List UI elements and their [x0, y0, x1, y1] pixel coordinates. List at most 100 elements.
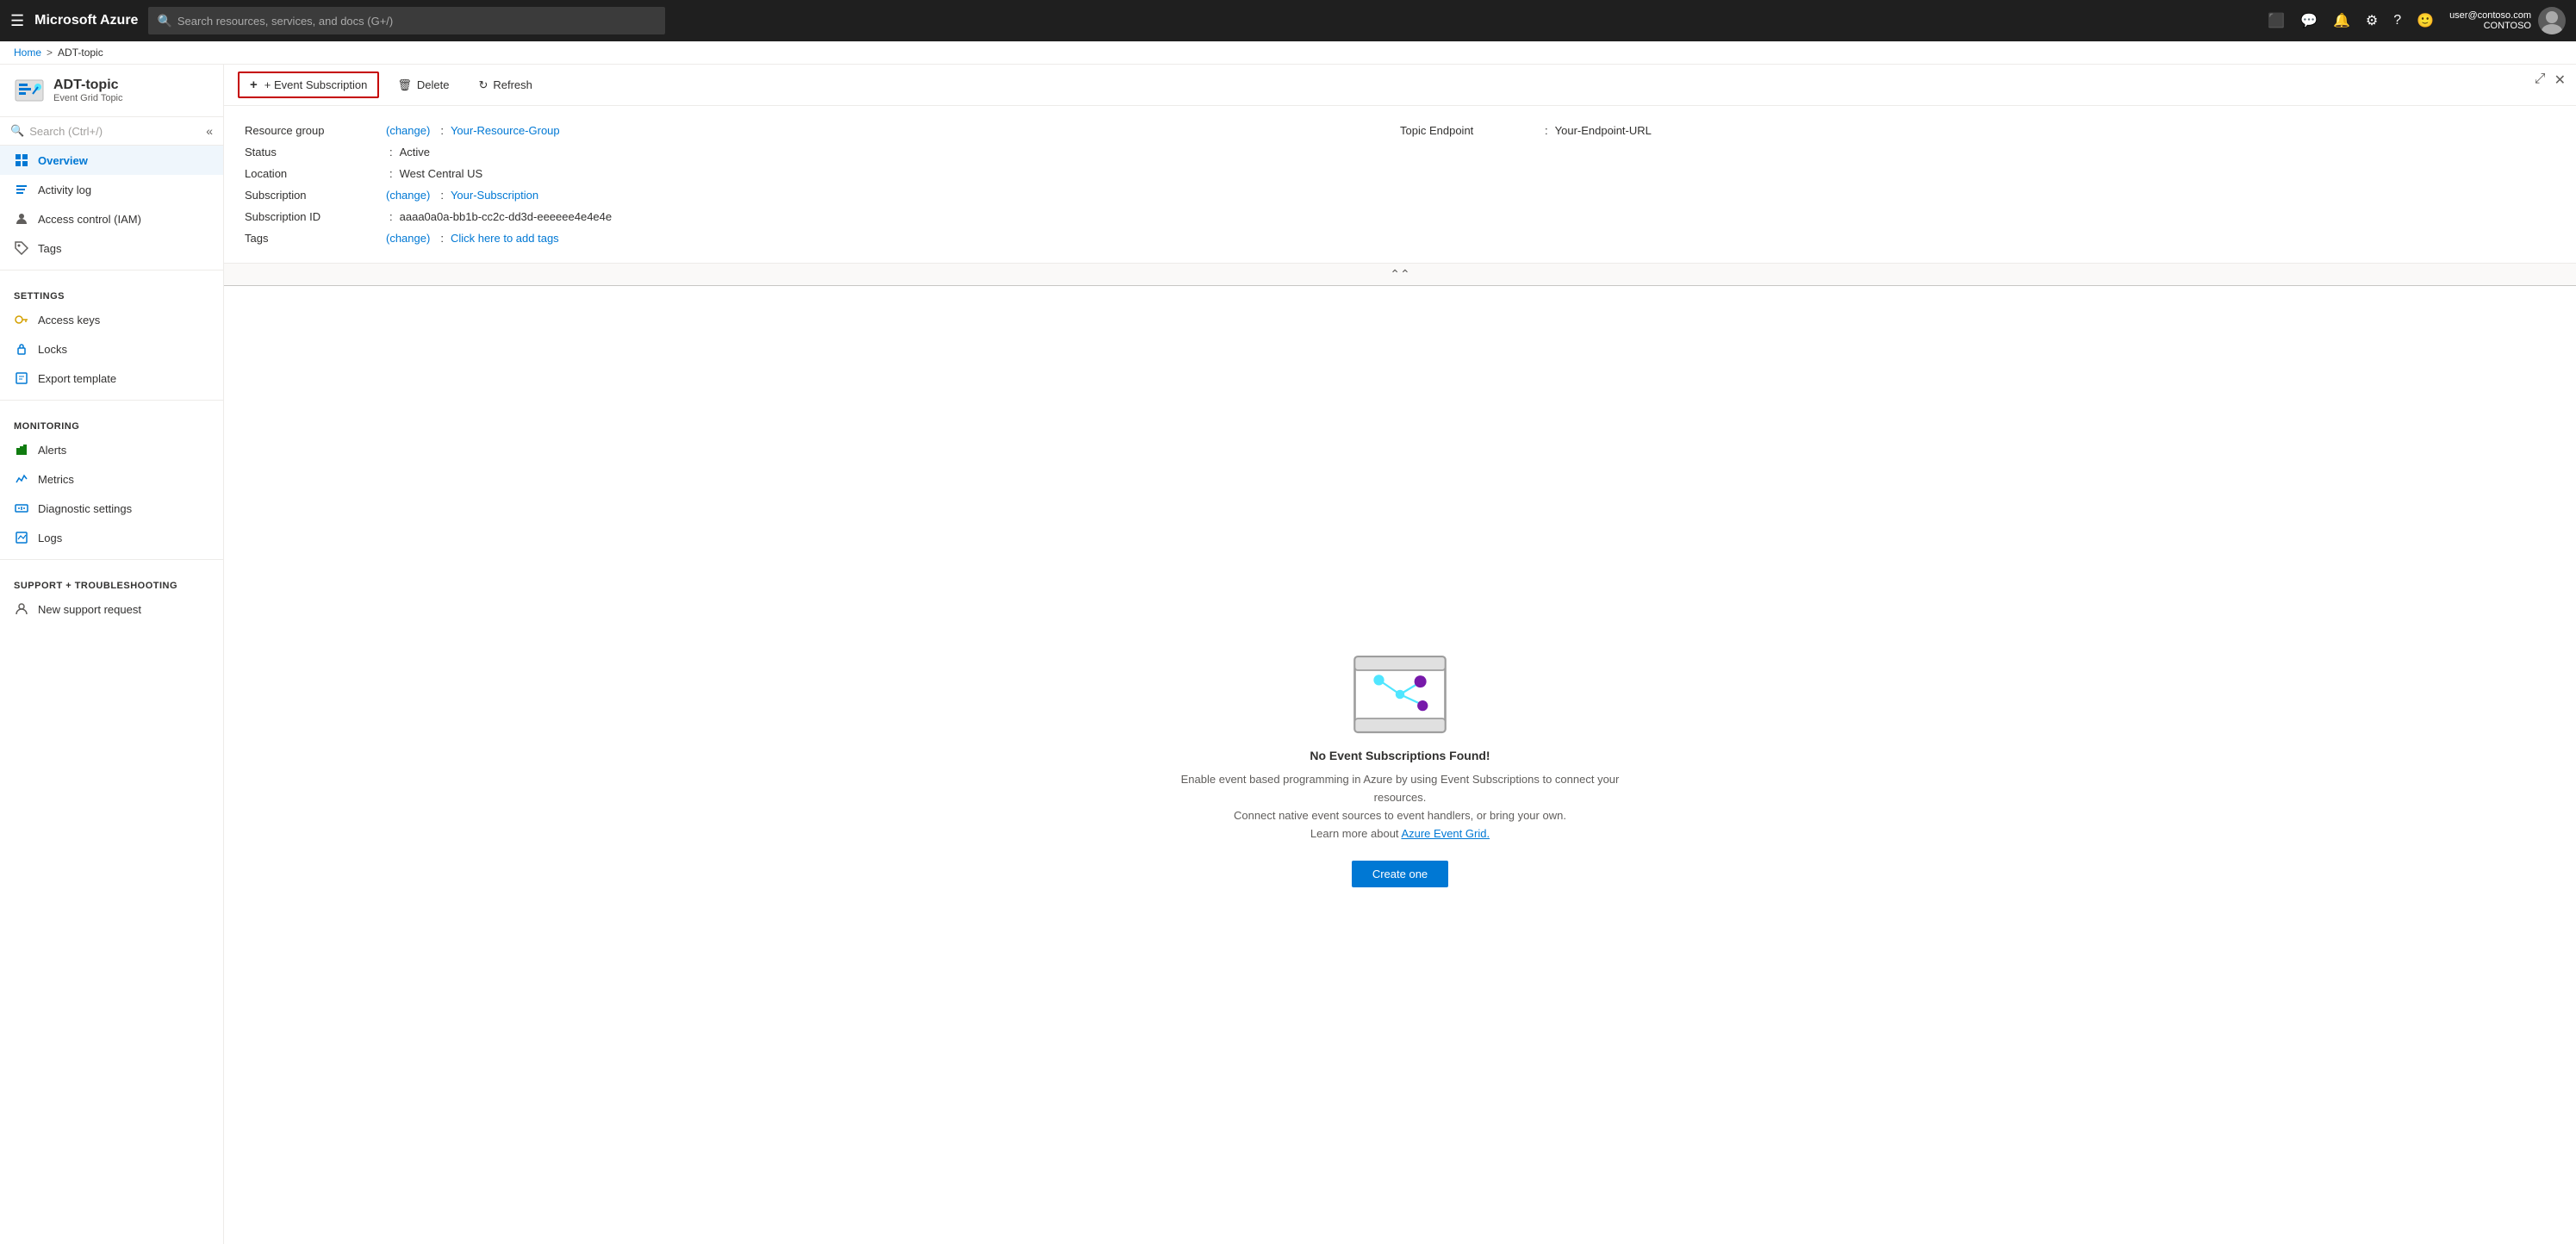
settings-divider	[0, 270, 223, 271]
nav-label-new-support-request: New support request	[38, 603, 141, 616]
nav-new-support-request[interactable]: New support request	[0, 594, 223, 624]
menu-icon[interactable]: ☰	[10, 12, 24, 30]
empty-state-desc-line1: Enable event based programming in Azure …	[1181, 773, 1620, 804]
topbar: ☰ Microsoft Azure 🔍 ⬛ 💬 🔔 ⚙ ? 🙂 user@con…	[0, 0, 2576, 41]
nav-overview[interactable]: Overview	[0, 146, 223, 175]
breadcrumb: Home > ADT-topic	[0, 41, 2576, 65]
empty-state-desc-line2: Connect native event sources to event ha…	[1234, 809, 1566, 822]
nav-metrics[interactable]: Metrics	[0, 464, 223, 494]
delete-label: Delete	[417, 78, 450, 91]
event-subscription-label: + Event Subscription	[264, 78, 368, 91]
alerts-icon	[14, 442, 29, 457]
sidebar: ADT-topic Event Grid Topic 🔍 « Overview	[0, 65, 224, 1244]
toolbar: + + Event Subscription 🗑 Delete ↻ Refres…	[224, 65, 2576, 106]
resource-title: ADT-topic	[53, 78, 123, 93]
topic-endpoint-label: Topic Endpoint	[1400, 124, 1538, 137]
tags-value[interactable]: Click here to add tags	[451, 232, 559, 245]
user-profile[interactable]: user@contoso.com CONTOSO	[2449, 7, 2566, 34]
refresh-button[interactable]: ↻ Refresh	[467, 73, 543, 97]
resource-group-value[interactable]: Your-Resource-Group	[451, 124, 560, 137]
location-value: West Central US	[400, 167, 483, 180]
close-window-button[interactable]: ✕	[2554, 72, 2566, 89]
nav-label-export-template: Export template	[38, 372, 116, 385]
nav-label-diagnostic-settings: Diagnostic settings	[38, 502, 132, 515]
topic-endpoint-value: Your-Endpoint-URL	[1555, 124, 1652, 137]
user-org: CONTOSO	[2484, 21, 2531, 31]
nav-label-metrics: Metrics	[38, 473, 74, 486]
refresh-label: Refresh	[493, 78, 532, 91]
settings-icon[interactable]: ⚙	[2366, 12, 2378, 29]
event-subscription-button[interactable]: + + Event Subscription	[238, 72, 379, 98]
overview-icon	[14, 152, 29, 168]
support-divider	[0, 559, 223, 560]
nav-label-access-keys: Access keys	[38, 314, 100, 327]
info-row-status: Status : Active	[245, 141, 1400, 163]
subscription-label: Subscription	[245, 189, 383, 202]
nav-export-template[interactable]: Export template	[0, 364, 223, 393]
app-body: Home > ADT-topic ADT-top	[0, 41, 2576, 1244]
info-grid: Resource group (change) : Your-Resource-…	[245, 120, 2555, 249]
resource-title-group: ADT-topic Event Grid Topic	[53, 78, 123, 103]
breadcrumb-home[interactable]: Home	[14, 47, 41, 59]
export-template-icon	[14, 370, 29, 386]
resource-icon	[14, 75, 45, 106]
tags-icon	[14, 240, 29, 256]
resource-group-change-link[interactable]: (change)	[386, 124, 430, 137]
topbar-logo: Microsoft Azure	[34, 13, 138, 28]
breadcrumb-separator: >	[47, 47, 53, 59]
info-row-tags: Tags (change) : Click here to add tags	[245, 227, 1400, 249]
tags-label: Tags	[245, 232, 383, 245]
info-right-col: Topic Endpoint : Your-Endpoint-URL	[1400, 120, 2555, 249]
smiley-icon[interactable]: 🙂	[2417, 12, 2434, 29]
sidebar-search-input[interactable]	[29, 125, 201, 138]
info-left-col: Resource group (change) : Your-Resource-…	[245, 120, 1400, 249]
help-icon[interactable]: ?	[2393, 13, 2401, 28]
user-email: user@contoso.com	[2449, 10, 2531, 21]
subscription-change-link[interactable]: (change)	[386, 189, 430, 202]
nav-label-overview: Overview	[38, 154, 88, 167]
diagnostic-settings-icon	[14, 501, 29, 516]
tags-change-link[interactable]: (change)	[386, 232, 430, 245]
info-row-subscription-id: Subscription ID : aaaa0a0a-bb1b-cc2c-dd3…	[245, 206, 1400, 227]
main-panel: ⤢ ✕ + + Event Subscription 🗑 Delete ↻ Re…	[224, 65, 2576, 1244]
window-controls: ⤢ ✕	[2535, 72, 2566, 89]
location-label: Location	[245, 167, 383, 180]
collapse-bar[interactable]: ⌃⌃	[224, 264, 2576, 286]
restore-window-button[interactable]: ⤢	[2535, 72, 2546, 89]
logs-icon	[14, 530, 29, 545]
create-one-button[interactable]: Create one	[1352, 861, 1448, 887]
location-sep: :	[389, 167, 393, 180]
refresh-icon: ↻	[478, 78, 488, 92]
nav-locks[interactable]: Locks	[0, 334, 223, 364]
subscription-value[interactable]: Your-Subscription	[451, 189, 538, 202]
avatar[interactable]	[2538, 7, 2566, 34]
nav-access-keys[interactable]: Access keys	[0, 305, 223, 334]
nav-access-control[interactable]: Access control (IAM)	[0, 204, 223, 233]
nav-tags[interactable]: Tags	[0, 233, 223, 263]
support-section-label: Support + troubleshooting	[0, 567, 223, 594]
status-value: Active	[400, 146, 430, 159]
notifications-icon[interactable]: 🔔	[2333, 12, 2350, 29]
nav-alerts[interactable]: Alerts	[0, 435, 223, 464]
access-keys-icon	[14, 312, 29, 327]
sidebar-collapse-button[interactable]: «	[206, 124, 213, 138]
add-icon: +	[250, 78, 258, 92]
feedback-icon[interactable]: 💬	[2300, 12, 2318, 29]
nav-label-access-control: Access control (IAM)	[38, 213, 141, 226]
nav-label-locks: Locks	[38, 343, 67, 356]
nav-logs[interactable]: Logs	[0, 523, 223, 552]
metrics-icon	[14, 471, 29, 487]
search-input[interactable]	[177, 15, 657, 28]
topbar-icons: ⬛ 💬 🔔 ⚙ ? 🙂 user@contoso.com CONTOSO	[2268, 7, 2566, 34]
nav-diagnostic-settings[interactable]: Diagnostic settings	[0, 494, 223, 523]
event-grid-illustration	[1340, 643, 1460, 749]
azure-event-grid-link[interactable]: Azure Event Grid.	[1401, 827, 1490, 840]
monitoring-section-label: Monitoring	[0, 407, 223, 435]
new-support-request-icon	[14, 601, 29, 617]
subscription-id-value: aaaa0a0a-bb1b-cc2c-dd3d-eeeeee4e4e4e	[400, 210, 613, 223]
nav-activity-log[interactable]: Activity log	[0, 175, 223, 204]
cloud-shell-icon[interactable]: ⬛	[2268, 12, 2285, 29]
delete-button[interactable]: 🗑 Delete	[386, 73, 460, 97]
nav-label-tags: Tags	[38, 242, 61, 255]
empty-state-desc-line3-prefix: Learn more about	[1310, 827, 1402, 840]
